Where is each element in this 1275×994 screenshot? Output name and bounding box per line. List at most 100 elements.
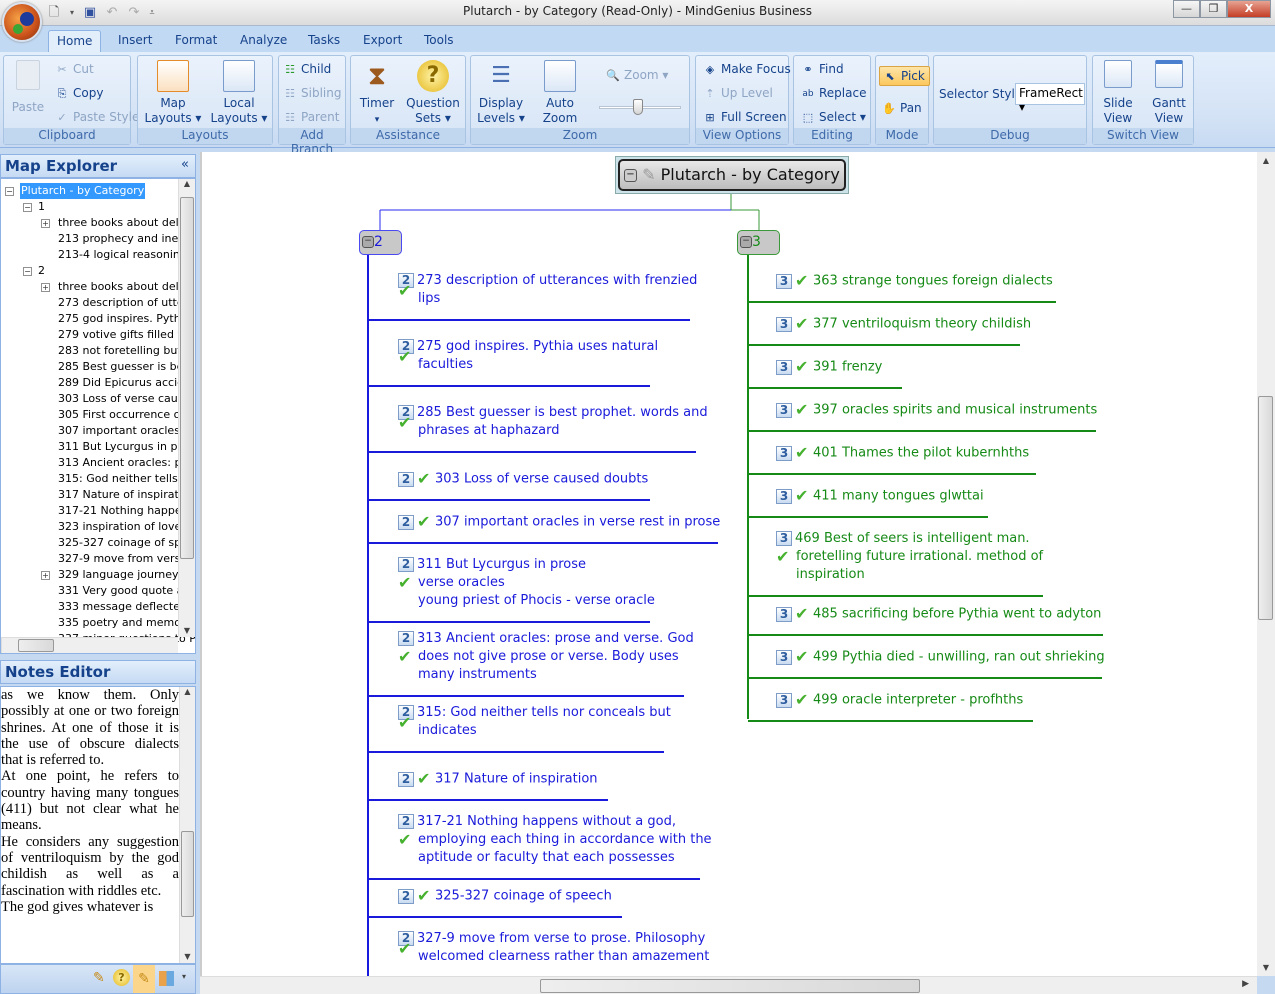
root-node[interactable]: − ✎ Plutarch - by Category: [615, 156, 849, 194]
undo-icon[interactable]: ↶: [104, 5, 120, 21]
map-layouts-button[interactable]: Map Layouts ▾: [142, 60, 204, 126]
tree-item[interactable]: 327-9 move from verse t: [58, 551, 195, 567]
collapse-icon[interactable]: −: [362, 236, 374, 248]
scroll-up-icon[interactable]: ▲: [1257, 156, 1275, 165]
tab-analyze[interactable]: Analyze: [232, 30, 295, 52]
tree-item[interactable]: 315: God neither tells no: [58, 471, 195, 487]
app-menu-orb[interactable]: [2, 2, 42, 42]
tree-item[interactable]: 303 Loss of verse caused: [58, 391, 195, 407]
canvas-vertical-scrollbar[interactable]: ▲ ▼: [1257, 152, 1275, 976]
tree-item[interactable]: three books about delphi: [58, 279, 195, 295]
find-button[interactable]: ⚭ Find: [800, 60, 843, 80]
gantt-view-button[interactable]: Gantt View: [1147, 60, 1191, 126]
tree-item[interactable]: three books about delphi: [58, 215, 195, 231]
collapse-icon[interactable]: −: [23, 203, 32, 212]
scroll-up-icon[interactable]: ▲: [180, 687, 195, 696]
tree-item[interactable]: 317-21 Nothing happens: [58, 503, 194, 519]
up-level-button[interactable]: ⇡ Up Level: [702, 84, 773, 104]
notes-text[interactable]: as we know them. Only possibly at one or…: [1, 687, 179, 915]
topic-node[interactable]: 3 ✔ 377 ventriloquism theory childish: [776, 315, 1031, 334]
tab-format[interactable]: Format: [167, 30, 225, 52]
canvas-vscroll-thumb[interactable]: [1258, 396, 1273, 620]
scroll-down-icon[interactable]: ▼: [179, 626, 195, 635]
expand-icon[interactable]: +: [41, 219, 50, 228]
tab-export[interactable]: Export: [355, 30, 410, 52]
tree-item[interactable]: 307 important oracles in: [58, 423, 193, 439]
scroll-down-icon[interactable]: ▼: [1257, 963, 1275, 972]
auto-zoom-button[interactable]: Auto Zoom: [535, 60, 585, 126]
zoom-slider-thumb[interactable]: [633, 99, 643, 115]
tree-item[interactable]: 313 Ancient oracles: pros: [58, 455, 195, 471]
topic-node[interactable]: 2 ✔ 307 important oracles in verse rest in…: [398, 513, 720, 532]
tree-item[interactable]: 279 votive gifts filled wit: [58, 327, 194, 343]
tree-item[interactable]: 305 First occurrence of v: [58, 407, 194, 423]
branch-node-2[interactable]: −2: [359, 230, 402, 255]
full-screen-button[interactable]: ⊞ Full Screen: [702, 108, 786, 128]
collapse-icon[interactable]: −: [5, 187, 14, 196]
timer-button[interactable]: ⧗ Timer ▾: [353, 60, 401, 128]
question-sets-button[interactable]: ? Question Sets ▾: [403, 60, 463, 126]
tree-item[interactable]: 329 language journey: [58, 567, 179, 583]
redo-icon[interactable]: ↷: [126, 5, 142, 21]
add-sibling-button[interactable]: ☷ Sibling: [282, 84, 341, 104]
topic-node[interactable]: 2 ✔ 317 Nature of inspiration: [398, 770, 598, 789]
topic-node[interactable]: 2 317-21 Nothing happens without a god, em…: [398, 813, 712, 867]
expand-icon[interactable]: +: [41, 571, 50, 580]
topic-node[interactable]: 3 469 Best of seers is intelligent man. fo…: [776, 530, 1043, 584]
notes-scroll-thumb[interactable]: [181, 831, 194, 917]
topic-node[interactable]: 3 ✔ 391 frenzy: [776, 358, 882, 377]
tree-item[interactable]: 2: [38, 263, 45, 279]
topic-node[interactable]: 2 273 description of utterances with fren…: [398, 272, 697, 308]
tree-item[interactable]: 325-327 coinage of spee: [58, 535, 195, 551]
tree-item[interactable]: 283 not foretelling but te: [58, 343, 195, 359]
scroll-right-icon[interactable]: ▶: [1242, 979, 1249, 989]
pan-button[interactable]: ✋ Pan: [881, 99, 922, 119]
replace-button[interactable]: ab Replace: [800, 84, 866, 104]
add-child-button[interactable]: ☷ Child: [282, 60, 331, 80]
tree-item[interactable]: 213-4 logical reasoning: [58, 247, 187, 263]
notes-editor[interactable]: as we know them. Only possibly at one or…: [0, 686, 196, 964]
pencil-active-icon[interactable]: ✎: [133, 965, 155, 993]
topic-node[interactable]: 3 ✔ 397 oracles spirits and musical instru…: [776, 401, 1097, 420]
collapse-icon[interactable]: −: [23, 267, 32, 276]
scroll-up-icon[interactable]: ▲: [179, 179, 195, 188]
new-document-icon[interactable]: 🗋: [46, 5, 62, 21]
mind-map-canvas[interactable]: − ✎ Plutarch - by Category −2 −3 2 273 de…: [200, 152, 1257, 976]
close-button[interactable]: X: [1227, 0, 1271, 18]
topic-node[interactable]: 2 285 Best guesser is best prophet. words…: [398, 404, 708, 440]
tab-home[interactable]: Home: [48, 30, 102, 52]
cut-button[interactable]: ✂ Cut: [54, 60, 93, 80]
add-parent-button[interactable]: ☷ Parent: [282, 108, 339, 128]
tree-item[interactable]: 285 Best guesser is best: [58, 359, 193, 375]
pencil-edit-icon[interactable]: ✎: [93, 970, 105, 986]
question-icon[interactable]: ?: [113, 969, 130, 986]
tree-scroll-thumb[interactable]: [180, 197, 194, 559]
topic-node[interactable]: 3 ✔ 499 Pythia died - unwilling, ran out s…: [776, 648, 1105, 667]
topic-node[interactable]: 2 311 But Lycurgus in prose verse oracles y…: [398, 556, 655, 610]
canvas-horizontal-scrollbar[interactable]: ▶: [200, 976, 1257, 994]
tree-item[interactable]: 311 But Lycurgus in pros: [58, 439, 194, 455]
tree-vertical-scrollbar[interactable]: ▲ ▼: [178, 179, 195, 637]
tab-tools[interactable]: Tools: [416, 30, 462, 52]
local-layouts-button[interactable]: Local Layouts ▾: [208, 60, 270, 126]
tree-item[interactable]: 317 Nature of inspiration: [58, 487, 195, 503]
grid-icon[interactable]: [159, 971, 174, 986]
notes-vertical-scrollbar[interactable]: ▲ ▼: [179, 687, 195, 963]
zoom-dropdown[interactable]: 🔍 Zoom ▾: [605, 66, 668, 86]
dropdown-icon[interactable]: ▾: [68, 5, 76, 21]
customize-toolbar-icon[interactable]: ⩡: [148, 5, 156, 21]
tree-item[interactable]: 333 message deflected t: [58, 599, 195, 615]
restore-button[interactable]: ❐: [1200, 0, 1227, 18]
display-levels-button[interactable]: ☰ Display Levels ▾: [475, 60, 527, 126]
branch-node-3[interactable]: −3: [737, 230, 780, 255]
topic-node[interactable]: 3 ✔ 485 sacrificing before Pythia went to …: [776, 605, 1101, 624]
tree-item[interactable]: 335 poetry and memory: [58, 615, 192, 631]
topic-node[interactable]: 2 327-9 move from verse to prose. Philoso…: [398, 930, 709, 966]
tree-item[interactable]: 273 description of uttera: [58, 295, 195, 311]
tree-item[interactable]: 275 god inspires. Pythia: [58, 311, 190, 327]
paste-style-button[interactable]: ✓ Paste Style: [54, 108, 139, 128]
selector-style-select[interactable]: FrameRect ▾: [1015, 83, 1085, 114]
tree-item[interactable]: 213 prophecy and inevita: [58, 231, 195, 247]
canvas-hscroll-thumb[interactable]: [540, 979, 920, 993]
tree-item[interactable]: 289 Did Epicurus acciden: [58, 375, 195, 391]
